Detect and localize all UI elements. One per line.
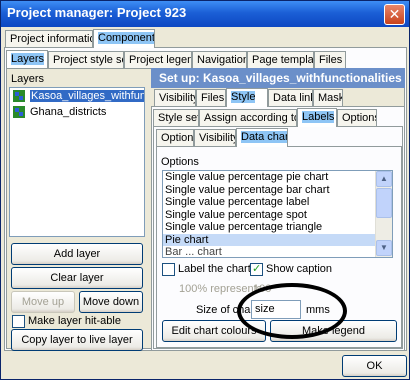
tab-label-visibility[interactable]: Visibility (194, 129, 236, 147)
layers-heading: Layers (11, 73, 45, 85)
project-manager-window: Project manager: Project 923 ✕ Project i… (0, 0, 410, 380)
tab-style-set[interactable]: Style set (153, 109, 199, 127)
tab-project-information[interactable]: Project information (5, 30, 93, 48)
tab-files[interactable]: Files (314, 51, 346, 69)
layer-item[interactable]: Ghana_districts (10, 104, 144, 120)
list-item[interactable]: Single value percentage pie chart (163, 171, 376, 184)
tab-project-style-set[interactable]: Project style set (48, 51, 124, 69)
ok-button[interactable]: OK (342, 355, 407, 377)
title-bar[interactable]: Project manager: Project 923 ✕ (1, 1, 409, 27)
tab-page-template[interactable]: Page template (247, 51, 314, 69)
list-item[interactable]: Single value percentage spot (163, 209, 376, 222)
window-title: Project manager: Project 923 (7, 5, 187, 20)
scroll-thumb[interactable] (376, 188, 392, 218)
layer-item[interactable]: Kasoa_villages_withfunctionalities (10, 88, 144, 104)
close-button[interactable]: ✕ (384, 4, 405, 25)
move-down-button[interactable]: Move down (79, 291, 143, 313)
list-item[interactable]: Bar ... chart (163, 246, 376, 257)
tab-layers[interactable]: Layers (6, 50, 48, 68)
list-item[interactable]: Pie chart (163, 233, 376, 246)
tab-navigation[interactable]: Navigation (192, 51, 247, 69)
clear-layer-button[interactable]: Clear layer (11, 267, 143, 289)
layer-icon (13, 90, 25, 102)
options-scrollbar[interactable]: ▲ ▼ (375, 171, 392, 257)
tab-option[interactable]: Option (156, 129, 194, 147)
move-up-button[interactable]: Move up (11, 291, 75, 313)
setup-header: Set up: Kasoa_villages_withfunctionaliti… (151, 68, 405, 88)
layers-list[interactable]: Kasoa_villages_withfunctionalities Ghana… (9, 87, 145, 237)
options-label: Options (161, 156, 199, 168)
tab-labels[interactable]: Labels (297, 108, 337, 127)
layer-icon (13, 106, 25, 118)
tab-data-link[interactable]: Data link (268, 89, 313, 107)
tab-assign-according[interactable]: Assign according to... (199, 109, 297, 127)
tab-visibility[interactable]: Visibility (154, 89, 196, 107)
list-item[interactable]: Single value percentage label (163, 196, 376, 209)
chart-options-list[interactable]: Single value percentage pie chart Single… (162, 170, 393, 258)
label-chart-label: Label the chart (178, 263, 251, 275)
tab-setup-files[interactable]: Files (196, 89, 226, 107)
close-icon: ✕ (388, 6, 401, 22)
tab-components[interactable]: Components (93, 29, 155, 48)
tab-options[interactable]: Options (337, 109, 377, 127)
show-caption-label: Show caption (266, 263, 333, 275)
show-caption-checkbox[interactable] (250, 262, 263, 276)
tab-project-legend[interactable]: Project legend (124, 51, 192, 69)
tab-style[interactable]: Style (226, 88, 268, 107)
hitable-label: Make layer hit-able (28, 315, 121, 327)
tab-mask[interactable]: Mask (313, 89, 343, 107)
tab-data-chart[interactable]: Data chart (236, 128, 288, 147)
label-chart-checkbox[interactable] (162, 263, 175, 276)
list-item[interactable]: Single value percentage bar chart (163, 184, 376, 197)
annotation-ellipse (237, 283, 347, 339)
add-layer-button[interactable]: Add layer (11, 243, 143, 265)
copy-to-live-button[interactable]: Copy layer to live layer (11, 329, 143, 351)
hitable-checkbox[interactable] (12, 315, 25, 328)
scroll-up-icon[interactable]: ▲ (376, 171, 392, 187)
scroll-down-icon[interactable]: ▼ (376, 240, 392, 256)
list-item[interactable]: Single value percentage triangle (163, 221, 376, 234)
